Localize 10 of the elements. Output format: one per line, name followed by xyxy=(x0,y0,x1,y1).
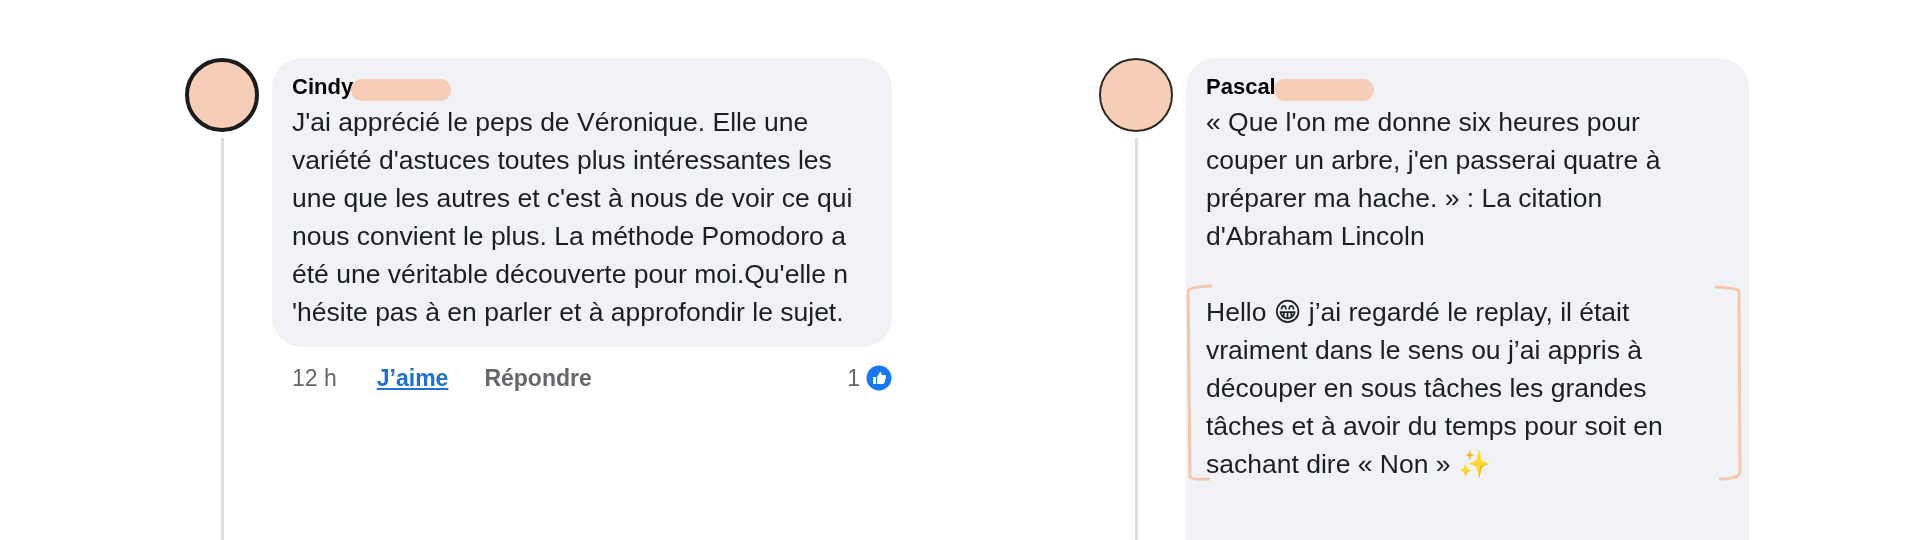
like-link[interactable]: J’aime xyxy=(376,361,449,396)
user-name[interactable]: Pascal xyxy=(1206,74,1276,99)
timestamp: 12 h xyxy=(292,364,337,393)
comment-text: Hello 😁 j’ai regardé le replay, il était vraiment dans le sens ou j’ai appris à découper en sous tâches les grandes tâches et à avoir du temps pour soit en sachant dire « Non » ✨ xyxy=(1206,296,1664,481)
reply-link[interactable]: Répondre xyxy=(484,361,592,396)
thumbs-up-icon xyxy=(866,365,892,392)
comment-text: J'ai apprécié le peps de Véronique. Elle une variété d'astuces toutes plus intéressantes les une que les autres et c'est à nous de voir ce qui nous convient le plus. La méthode Pomodoro a été une véritable découverte pour moi.Qu'elle n 'hésite pas à en parler et à approfondir le sujet. xyxy=(292,106,854,329)
comment-text: « Que l'on me donne six heures pour couper un arbre, j'en passerai quatre à préparer ma hache. » : La citation d'Abraham Lincoln xyxy=(1206,106,1662,253)
reaction-count: 1 xyxy=(847,364,860,393)
user-name[interactable]: Cindy xyxy=(292,74,354,99)
